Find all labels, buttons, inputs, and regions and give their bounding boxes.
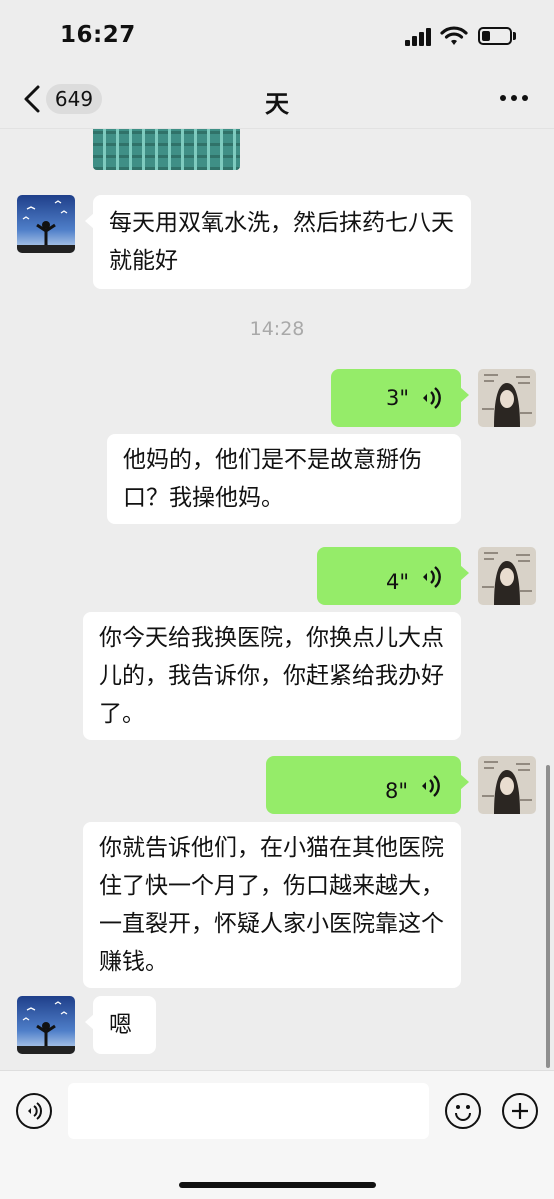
battery-cap bbox=[513, 32, 516, 40]
plus-icon[interactable] bbox=[502, 1093, 538, 1129]
input-bar bbox=[0, 1070, 554, 1199]
voice-wave-icon bbox=[423, 566, 441, 588]
voice-wave-icon bbox=[422, 775, 440, 797]
chat-scrollbar[interactable] bbox=[546, 765, 550, 1068]
wifi-icon bbox=[440, 26, 468, 45]
contact-avatar[interactable] bbox=[17, 195, 75, 253]
message-text: 你就告诉他们，在小猫在其他医院住了快一个月了，伤口越来越大，一直裂开，怀疑人家小… bbox=[99, 835, 444, 975]
self-avatar[interactable] bbox=[478, 756, 536, 814]
self-avatar[interactable] bbox=[478, 369, 536, 427]
battery-icon bbox=[478, 27, 512, 45]
contact-avatar[interactable] bbox=[17, 996, 75, 1054]
message-input[interactable] bbox=[68, 1083, 429, 1139]
voice-duration: 4" bbox=[386, 570, 410, 594]
header-divider bbox=[0, 128, 554, 129]
message-text: 嗯 bbox=[109, 1012, 132, 1038]
voice-input-icon[interactable] bbox=[16, 1093, 52, 1129]
chat-title: 天 bbox=[265, 90, 289, 118]
chat-header: 649 天 bbox=[0, 70, 554, 128]
voice-wave-icon bbox=[423, 387, 441, 409]
message-bubble-received[interactable]: 嗯 bbox=[85, 996, 156, 1054]
self-avatar[interactable] bbox=[478, 547, 536, 605]
chat-timestamp: 14:28 bbox=[249, 318, 305, 340]
message-bubble-received[interactable]: 每天用双氧水洗，然后抹药七八天就能好 bbox=[85, 195, 471, 289]
message-text: 你今天给我换医院，你换点儿大点儿的，我告诉你，你赶紧给我办好了。 bbox=[99, 625, 444, 727]
message-bubble-transcript[interactable]: 你就告诉他们，在小猫在其他医院住了快一个月了，伤口越来越大，一直裂开，怀疑人家小… bbox=[83, 822, 461, 988]
image-message-partial[interactable] bbox=[93, 129, 240, 170]
voice-message-bubble[interactable]: 8" bbox=[266, 756, 469, 814]
voice-duration: 3" bbox=[386, 386, 410, 410]
voice-message-bubble[interactable]: 3" bbox=[331, 369, 469, 427]
message-bubble-transcript[interactable]: 你今天给我换医院，你换点儿大点儿的，我告诉你，你赶紧给我办好了。 bbox=[83, 612, 461, 740]
emoji-icon[interactable] bbox=[445, 1093, 481, 1129]
message-text: 他妈的，他们是不是故意掰伤口？我操他妈。 bbox=[123, 447, 422, 511]
voice-message-bubble[interactable]: 4" bbox=[317, 547, 469, 605]
voice-duration: 8" bbox=[385, 779, 409, 803]
more-dots-icon[interactable] bbox=[500, 95, 530, 103]
cellular-signal-icon bbox=[405, 28, 433, 46]
status-time: 16:27 bbox=[60, 22, 136, 48]
home-indicator bbox=[179, 1182, 376, 1188]
message-bubble-transcript[interactable]: 他妈的，他们是不是故意掰伤口？我操他妈。 bbox=[107, 434, 461, 524]
message-text: 每天用双氧水洗，然后抹药七八天就能好 bbox=[109, 210, 454, 274]
status-bar: 16:27 bbox=[0, 0, 554, 70]
